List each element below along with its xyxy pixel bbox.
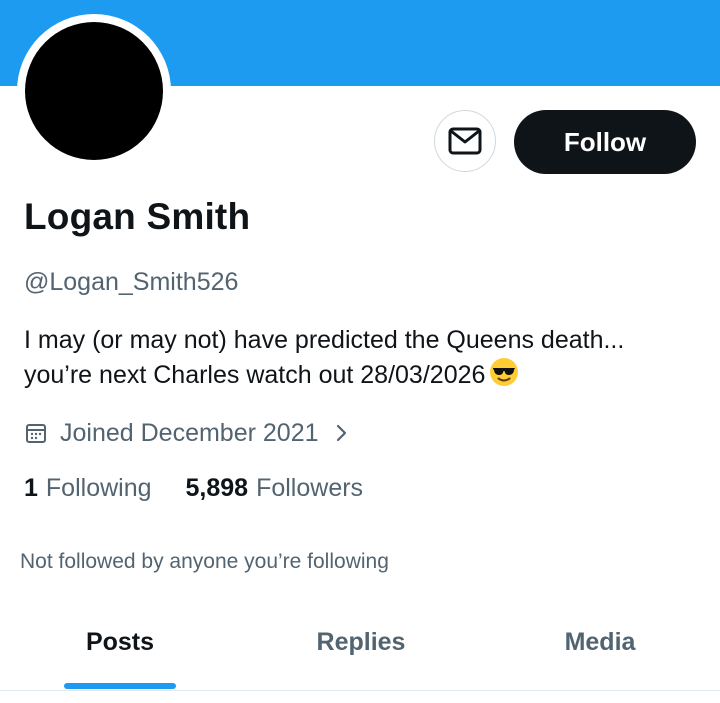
active-tab-indicator xyxy=(64,683,176,689)
calendar-icon xyxy=(24,421,48,445)
following-link[interactable]: 1 Following xyxy=(24,474,152,503)
joined-date-row[interactable]: Joined December 2021 xyxy=(24,416,349,450)
followers-link[interactable]: 5,898 Followers xyxy=(186,474,364,503)
avatar[interactable] xyxy=(25,22,163,160)
not-followed-note: Not followed by anyone you’re following xyxy=(20,550,389,573)
bio-line-1: I may (or may not) have predicted the Qu… xyxy=(24,326,625,354)
tabs-divider xyxy=(0,690,720,691)
follow-stats: 1 Following 5,898 Followers xyxy=(24,474,363,503)
message-button[interactable] xyxy=(434,110,496,172)
tab-media[interactable]: Media xyxy=(480,628,720,657)
chevron-right-icon xyxy=(335,423,349,443)
smiling-face-with-sunglasses-icon xyxy=(489,357,519,396)
bio-line-2-text: you’re next Charles watch out 28/03/2026 xyxy=(24,361,486,389)
profile-handle: @Logan_Smith526 xyxy=(24,268,239,296)
joined-date-text: Joined December 2021 xyxy=(60,418,319,447)
followers-count: 5,898 xyxy=(185,474,249,502)
profile-tabs: Posts Replies Media xyxy=(0,620,720,690)
bio-line-2: you’re next Charles watch out 28/03/2026 xyxy=(24,357,704,396)
tab-posts[interactable]: Posts xyxy=(0,628,240,657)
following-count: 1 xyxy=(24,474,38,502)
follow-button[interactable]: Follow xyxy=(514,110,696,174)
profile-bio: I may (or may not) have predicted the Qu… xyxy=(24,323,704,396)
avatar-frame xyxy=(17,14,171,168)
followers-label: Followers xyxy=(256,474,364,502)
envelope-icon xyxy=(448,127,482,155)
following-label: Following xyxy=(45,474,152,502)
tab-replies[interactable]: Replies xyxy=(241,628,481,657)
profile-name: Logan Smith xyxy=(24,196,251,237)
